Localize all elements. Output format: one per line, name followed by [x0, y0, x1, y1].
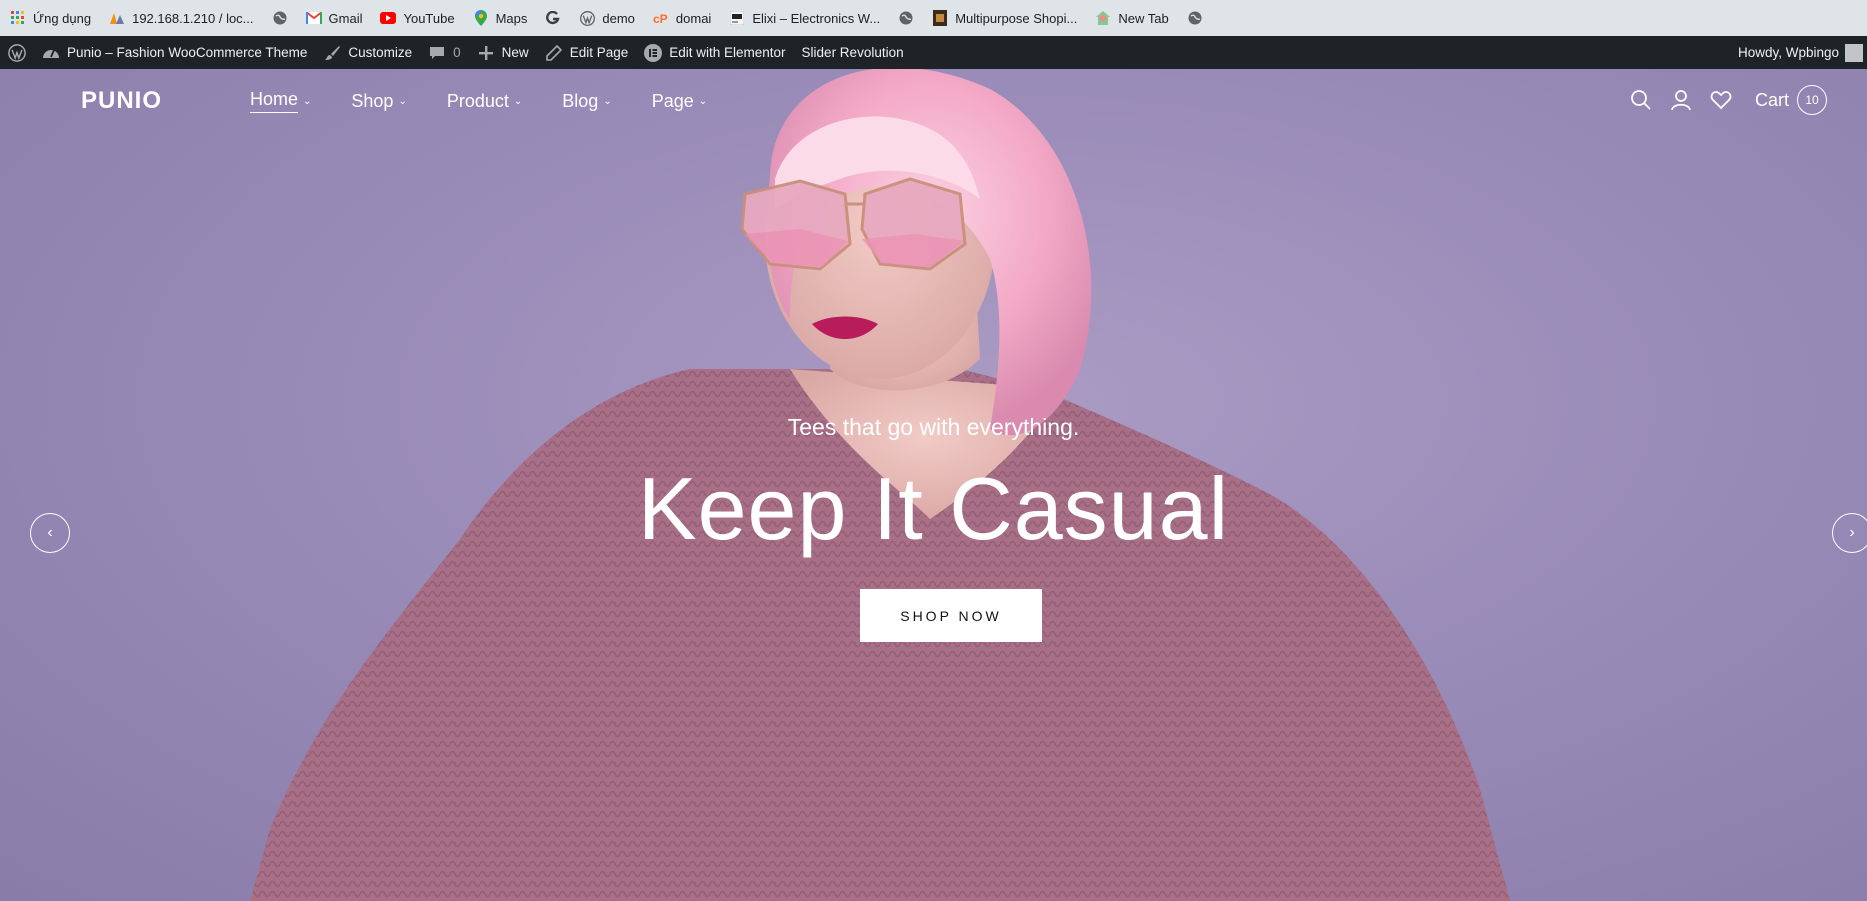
phpmyadmin-icon	[109, 10, 125, 26]
bookmark-maps[interactable]: Maps	[473, 10, 528, 26]
bookmark-label: YouTube	[403, 10, 455, 26]
site-logo[interactable]: PUNIO	[81, 87, 162, 115]
dashboard-gauge-icon	[42, 44, 60, 62]
bookmark-phpmyadmin[interactable]: 192.168.1.210 / loc...	[109, 10, 254, 26]
bookmark-label: domai	[675, 10, 712, 26]
slider-next-button[interactable]: ›	[1832, 513, 1867, 553]
opera-g-icon	[545, 10, 561, 26]
howdy-label: Howdy, Wpbingo	[1737, 45, 1839, 60]
bookmarks-bar: Ứng dụng 192.168.1.210 / loc... Gmail Yo…	[0, 0, 1867, 36]
nav-item-shop[interactable]: Shop ⌄	[351, 89, 406, 113]
bookmark-label: Multipurpose Shopi...	[955, 10, 1078, 26]
bookmark-label: Gmail	[328, 10, 363, 26]
globe-icon	[272, 10, 288, 26]
cpanel-icon: cP	[653, 10, 669, 26]
bookmark-label: New Tab	[1118, 10, 1169, 26]
comment-bubble-icon	[428, 44, 446, 62]
pencil-icon	[545, 44, 563, 62]
nav-item-page[interactable]: Page ⌄	[652, 89, 707, 113]
bookmark-multipurpose[interactable]: Multipurpose Shopi...	[932, 10, 1077, 26]
svg-text:cP: cP	[653, 12, 668, 24]
bookmark-globe-2[interactable]	[898, 10, 914, 26]
nav-label: Page	[651, 90, 694, 111]
heart-icon[interactable]	[1709, 88, 1733, 112]
nav-item-home[interactable]: Home ⌄	[250, 89, 311, 113]
site-name-menu[interactable]: Punio – Fashion WooCommerce Theme	[34, 36, 315, 69]
nav-label: Home	[250, 89, 299, 113]
site-header: PUNIO Home ⌄ Shop ⌄ Product ⌄ Blog ⌄ Pag…	[0, 69, 1867, 133]
bookmark-gmail[interactable]: Gmail	[305, 10, 363, 26]
chevron-down-icon: ⌄	[303, 95, 312, 107]
cart-count-badge: 10	[1797, 85, 1827, 115]
bookmark-youtube[interactable]: YouTube	[380, 10, 455, 26]
chevron-down-icon: ⌄	[513, 95, 523, 107]
chevron-left-icon: ‹	[47, 524, 53, 541]
paintbrush-icon	[323, 44, 341, 62]
youtube-icon	[380, 10, 397, 26]
slide-headline: Keep It Casual	[637, 459, 1230, 558]
nav-item-blog[interactable]: Blog ⌄	[562, 89, 611, 113]
wordpress-icon	[579, 10, 595, 26]
bookmark-label: demo	[602, 10, 635, 26]
slider-revolution-link[interactable]: Slider Revolution	[794, 36, 912, 69]
customize-link[interactable]: Customize	[315, 36, 420, 69]
search-icon[interactable]	[1629, 88, 1653, 112]
bookmark-apps[interactable]: Ứng dụng	[10, 10, 91, 26]
chevron-right-icon: ›	[1849, 524, 1855, 541]
bookmark-new-tab[interactable]: New Tab	[1095, 10, 1169, 26]
chevron-down-icon: ⌄	[698, 95, 708, 107]
bookmark-label: Elixi – Electronics W...	[752, 10, 881, 26]
main-nav: Home ⌄ Shop ⌄ Product ⌄ Blog ⌄ Page ⌄	[250, 89, 747, 113]
globe-icon	[898, 10, 914, 26]
gmail-icon	[305, 10, 322, 26]
site-thumb-icon	[729, 10, 745, 26]
bookmark-domai[interactable]: cP domai	[653, 10, 711, 26]
edit-page-link[interactable]: Edit Page	[537, 36, 637, 69]
site-name: Punio – Fashion WooCommerce Theme	[67, 45, 308, 60]
wordpress-icon	[8, 43, 26, 62]
edit-page-label: Edit Page	[569, 45, 629, 60]
my-account-menu[interactable]: Howdy, Wpbingo	[1730, 36, 1867, 69]
chevron-down-icon: ⌄	[398, 95, 407, 107]
bookmark-label: Ứng dụng	[33, 10, 92, 26]
new-tab-icon	[1095, 10, 1111, 26]
avatar	[1845, 43, 1863, 62]
cart-link[interactable]: Cart 10	[1755, 85, 1827, 115]
customize-label: Customize	[348, 45, 413, 60]
nav-label: Blog	[562, 90, 599, 111]
globe-icon	[1187, 10, 1203, 26]
new-label: New	[501, 45, 529, 60]
elementor-label: Edit with Elementor	[669, 45, 786, 60]
wp-admin-bar: Punio – Fashion WooCommerce Theme Custom…	[0, 36, 1867, 69]
shop-now-button[interactable]: SHOP NOW	[860, 589, 1042, 642]
new-content-menu[interactable]: New	[469, 36, 537, 69]
bookmark-elixi[interactable]: Elixi – Electronics W...	[729, 10, 880, 26]
elementor-icon	[644, 43, 663, 62]
comments-link[interactable]: 0	[420, 36, 469, 69]
wp-logo-menu[interactable]	[0, 36, 34, 69]
bookmark-globe-1[interactable]	[272, 10, 288, 26]
elementor-link[interactable]: Edit with Elementor	[636, 36, 793, 69]
user-icon[interactable]	[1669, 88, 1693, 112]
chevron-down-icon: ⌄	[603, 95, 612, 107]
bookmark-demo[interactable]: demo	[579, 10, 635, 26]
header-actions: Cart 10	[1613, 85, 1827, 115]
plus-icon	[477, 44, 495, 62]
slider-revolution-label: Slider Revolution	[801, 45, 904, 60]
nav-label: Shop	[351, 90, 394, 111]
comments-count: 0	[453, 45, 461, 60]
shop-thumb-icon	[932, 10, 948, 26]
cart-label: Cart	[1754, 89, 1789, 110]
apps-grid-icon	[10, 10, 26, 26]
bookmark-label: 192.168.1.210 / loc...	[132, 10, 254, 26]
bookmark-label: Maps	[495, 10, 528, 26]
nav-label: Product	[446, 90, 509, 111]
nav-item-product[interactable]: Product ⌄	[447, 89, 522, 113]
bookmark-opera[interactable]	[545, 10, 561, 26]
slider-prev-button[interactable]: ‹	[30, 513, 70, 553]
bookmark-globe-3[interactable]	[1187, 10, 1203, 26]
slide-tagline: Tees that go with everything.	[787, 414, 1080, 440]
maps-pin-icon	[473, 10, 489, 26]
